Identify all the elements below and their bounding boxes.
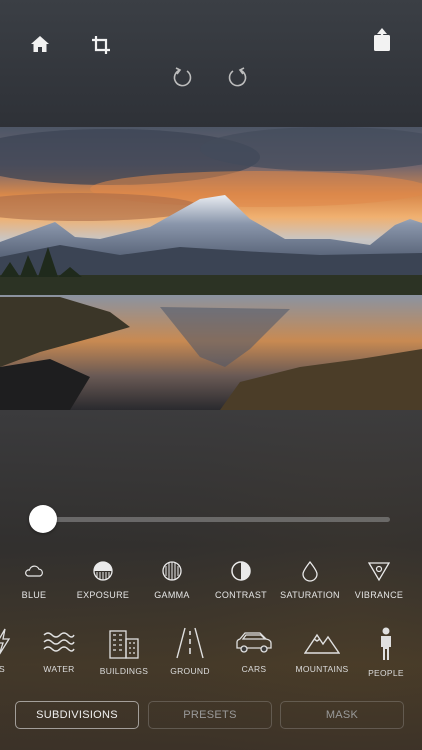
adjustment-label: CONTRAST — [215, 590, 267, 600]
top-toolbar — [0, 0, 422, 127]
tab-mask[interactable]: MASK — [280, 701, 404, 729]
adjustment-contrast[interactable]: CONTRAST — [201, 560, 281, 600]
tab-presets[interactable]: PRESETS — [148, 701, 272, 729]
redo-icon[interactable] — [226, 66, 248, 88]
gamma-icon — [162, 561, 182, 581]
category-label: PEOPLE — [368, 668, 404, 678]
crop-icon[interactable] — [91, 35, 111, 55]
adjustment-gamma[interactable]: GAMMA — [132, 560, 212, 600]
water-icon — [43, 632, 75, 652]
landscape-photo — [0, 127, 422, 410]
person-icon — [381, 627, 391, 660]
adjustment-label: EXPOSURE — [76, 590, 130, 600]
photo-canvas[interactable] — [0, 127, 422, 410]
mountain-icon — [304, 633, 340, 654]
adjustment-slider-track[interactable] — [42, 517, 390, 522]
road-icon — [176, 627, 204, 659]
car-icon — [236, 632, 272, 653]
adjustment-exposure[interactable]: EXPOSURE — [63, 560, 143, 600]
share-icon[interactable] — [372, 28, 392, 52]
buildings-icon — [109, 630, 139, 659]
vibrance-icon — [368, 562, 390, 582]
lightning-icon — [0, 628, 11, 655]
adjustment-label: GAMMA — [154, 590, 190, 600]
adjustment-saturation[interactable]: SATURATION — [270, 560, 350, 600]
tab-subdivisions[interactable]: SUBDIVISIONS — [15, 701, 139, 729]
home-icon[interactable] — [30, 34, 50, 54]
adjustment-label: SATURATION — [280, 590, 340, 600]
exposure-icon — [93, 561, 113, 581]
adjustment-vibrance[interactable]: VIBRANCE — [339, 560, 419, 600]
cloud-icon — [25, 565, 43, 577]
drop-icon — [302, 560, 318, 582]
undo-icon[interactable] — [172, 66, 194, 88]
adjustment-slider-thumb[interactable] — [29, 505, 57, 533]
adjustment-label: VIBRANCE — [354, 590, 404, 600]
category-people[interactable]: PEOPLE — [346, 627, 422, 678]
contrast-icon — [231, 561, 251, 581]
